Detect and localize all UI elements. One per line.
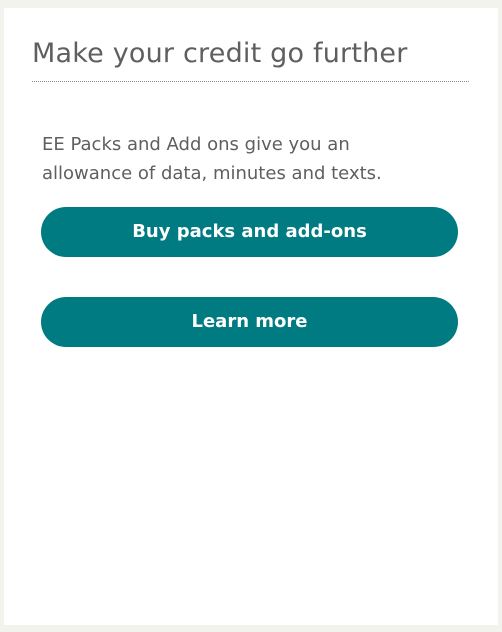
panel-description: EE Packs and Add ons give you an allowan… <box>42 134 382 184</box>
panel-title: Make your credit go further <box>32 38 408 69</box>
credit-panel: Make your credit go further EE Packs and… <box>4 8 498 625</box>
learn-more-button[interactable]: Learn more <box>41 297 458 347</box>
title-divider <box>32 81 469 82</box>
buy-packs-button[interactable]: Buy packs and add-ons <box>41 207 458 257</box>
